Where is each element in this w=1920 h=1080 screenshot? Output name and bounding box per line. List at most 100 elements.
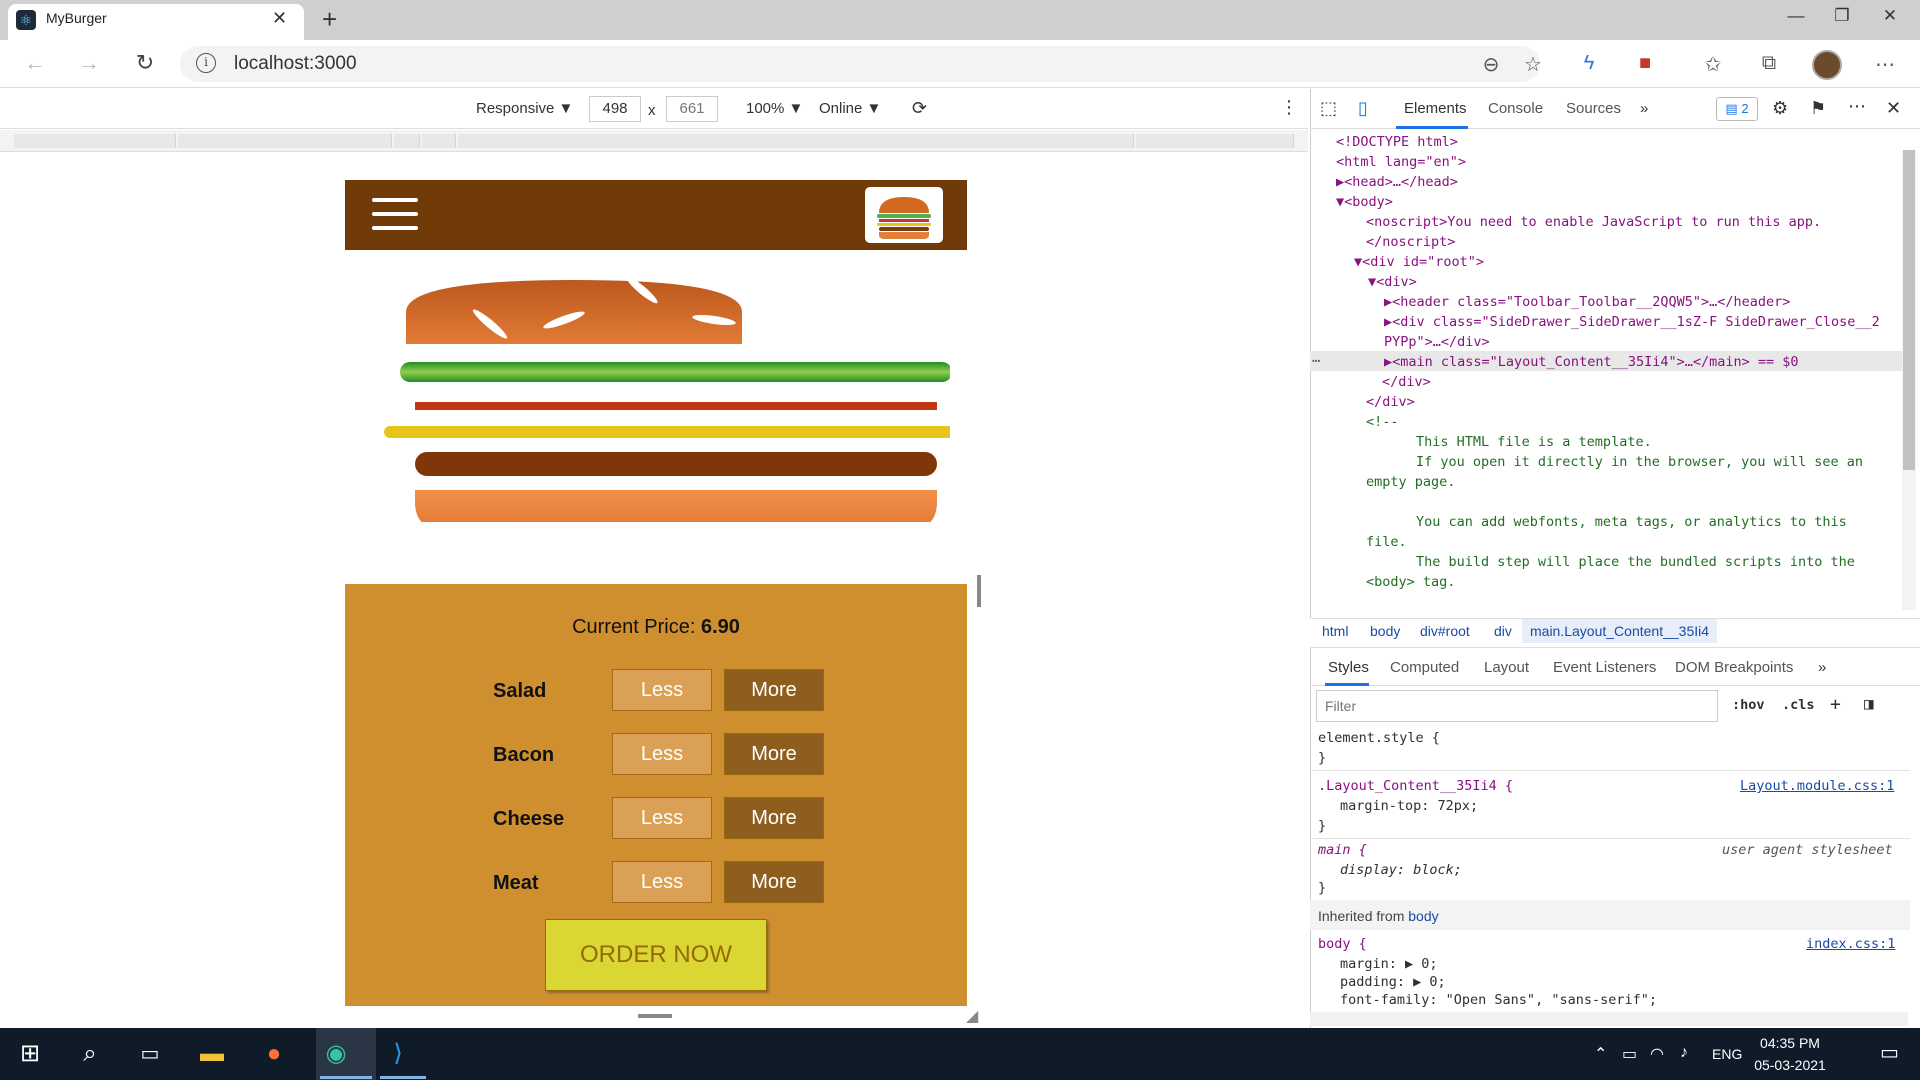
tab-dom-breakpoints[interactable]: DOM Breakpoints — [1675, 659, 1793, 676]
devtools-close-icon[interactable]: ✕ — [1886, 98, 1901, 119]
body-padding-declaration[interactable]: padding: ▶ 0; — [1340, 974, 1446, 990]
order-now-button[interactable]: ORDER NOW — [545, 919, 767, 991]
dom-line[interactable]: The build step will place the bundled sc… — [1416, 552, 1855, 572]
ruler-segment[interactable] — [1136, 134, 1294, 148]
tab-computed[interactable]: Computed — [1390, 659, 1459, 676]
dom-line[interactable]: file. — [1366, 532, 1407, 552]
device-more-icon[interactable]: ⋮ — [1280, 97, 1298, 118]
throttling-select[interactable]: Online ▼ — [819, 100, 881, 117]
wifi-icon[interactable]: ◠ — [1650, 1044, 1664, 1064]
ruler-segment[interactable] — [458, 134, 1134, 148]
close-window-button[interactable]: ✕ — [1870, 6, 1910, 26]
input-language[interactable]: ENG — [1712, 1046, 1742, 1062]
device-toggle-icon[interactable]: ▯ — [1358, 98, 1368, 119]
add-favorite-icon[interactable]: ☆ — [1518, 52, 1548, 77]
address-bar[interactable] — [180, 46, 1540, 82]
node-ellipsis-icon[interactable]: ⋯ — [1312, 351, 1320, 371]
tab-elements[interactable]: Elements — [1404, 100, 1467, 117]
favorites-icon[interactable]: ✩ — [1698, 52, 1728, 77]
more-menu-icon[interactable]: ⋯ — [1870, 52, 1900, 77]
viewport-resize-corner-icon[interactable]: ◢ — [966, 1006, 978, 1026]
more-style-tabs-button[interactable]: » — [1818, 659, 1826, 676]
tab-console[interactable]: Console — [1488, 100, 1543, 117]
edge-browser-icon[interactable]: ◉ — [320, 1038, 352, 1070]
firefox-icon[interactable]: ● — [258, 1038, 290, 1070]
ruler-segment[interactable] — [178, 134, 392, 148]
dom-line[interactable]: ▼<div id="root"> — [1354, 252, 1484, 272]
vscode-icon[interactable]: ⟩ — [382, 1038, 414, 1070]
file-explorer-icon[interactable]: ▬ — [196, 1038, 228, 1070]
devtools-more-icon[interactable]: ⋯ — [1848, 96, 1866, 117]
hov-toggle[interactable]: :hov — [1732, 697, 1765, 713]
profile-avatar[interactable] — [1812, 50, 1842, 80]
layout-rule-source-link[interactable]: Layout.module.css:1 — [1740, 778, 1894, 794]
viewport-resize-handle-bottom[interactable] — [638, 1014, 672, 1018]
layout-rule-declaration[interactable]: margin-top: 72px; — [1340, 798, 1478, 814]
meat-less-button[interactable]: Less — [612, 861, 712, 903]
dom-line[interactable]: ▼<div> — [1368, 272, 1417, 292]
body-margin-declaration[interactable]: margin: ▶ 0; — [1340, 956, 1438, 972]
zoom-select[interactable]: 100% ▼ — [746, 100, 803, 117]
dom-line-selected[interactable]: ▶<main class="Layout_Content__35Ii4">…</… — [1384, 352, 1799, 372]
tab-close-icon[interactable]: ✕ — [272, 8, 287, 29]
body-font-declaration[interactable]: font-family: "Open Sans", "sans-serif"; — [1340, 992, 1657, 1008]
clock-date[interactable]: 05-03-2021 — [1754, 1057, 1826, 1073]
body-rule-selector[interactable]: body { — [1318, 936, 1367, 952]
tab-layout[interactable]: Layout — [1484, 659, 1529, 676]
dom-line[interactable]: ▼<body> — [1336, 192, 1393, 212]
ruler-segment[interactable] — [422, 134, 456, 148]
dom-line[interactable]: ▶<header class="Toolbar_Toolbar__2QQW5">… — [1384, 292, 1790, 312]
breadcrumb-html[interactable]: html — [1322, 623, 1348, 639]
tab-sources[interactable]: Sources — [1566, 100, 1621, 117]
notifications-icon[interactable]: ▭ — [1880, 1040, 1899, 1065]
dom-line[interactable]: <!DOCTYPE html> — [1336, 132, 1458, 152]
site-info-icon[interactable]: i — [196, 53, 216, 73]
dom-line[interactable]: You can add webfonts, meta tags, or anal… — [1416, 512, 1847, 532]
inherited-body-link[interactable]: body — [1408, 908, 1438, 924]
collections-icon[interactable]: ⧉ — [1754, 52, 1784, 75]
dom-line[interactable]: <noscript>You need to enable JavaScript … — [1366, 212, 1821, 232]
drawer-toggle-bar[interactable] — [372, 212, 418, 216]
layout-rule-selector[interactable]: .Layout_Content__35Ii4 { — [1318, 778, 1513, 794]
device-mode-select[interactable]: Responsive ▼ — [476, 100, 573, 117]
viewport-height-input[interactable]: 661 — [666, 96, 718, 122]
back-icon[interactable]: ← — [20, 50, 50, 76]
battery-icon[interactable]: ▭ — [1622, 1044, 1637, 1064]
breadcrumb-div[interactable]: div — [1494, 623, 1512, 639]
extension-red-icon[interactable]: ■ — [1630, 52, 1660, 75]
breadcrumb-body[interactable]: body — [1370, 623, 1400, 639]
viewport-width-input[interactable]: 498 — [589, 96, 641, 122]
forward-icon[interactable]: → — [74, 50, 104, 76]
dom-line[interactable]: </div> — [1382, 372, 1431, 392]
drawer-toggle-bar[interactable] — [372, 198, 418, 202]
restore-button[interactable]: ❐ — [1822, 6, 1862, 26]
clock-time[interactable]: 04:35 PM — [1754, 1035, 1826, 1051]
dom-line[interactable]: ▶<div class="SideDrawer_SideDrawer__1sZ-… — [1384, 312, 1880, 332]
styles-horizontal-scrollbar[interactable] — [1310, 1012, 1908, 1026]
dom-line[interactable]: empty page. — [1366, 472, 1455, 492]
breadcrumb-main[interactable]: main.Layout_Content__35Ii4 — [1522, 619, 1718, 643]
drawer-toggle-bar[interactable] — [372, 226, 418, 230]
dom-scrollbar-thumb[interactable] — [1903, 150, 1915, 470]
settings-gear-icon[interactable]: ⚙ — [1772, 98, 1788, 119]
new-tab-button[interactable]: + — [322, 4, 337, 35]
volume-icon[interactable]: ♪ — [1680, 1044, 1688, 1062]
salad-more-button[interactable]: More — [724, 669, 824, 711]
styles-filter-input[interactable] — [1316, 690, 1718, 722]
cheese-more-button[interactable]: More — [724, 797, 824, 839]
tab-styles[interactable]: Styles — [1328, 659, 1369, 676]
salad-less-button[interactable]: Less — [612, 669, 712, 711]
cheese-less-button[interactable]: Less — [612, 797, 712, 839]
meat-more-button[interactable]: More — [724, 861, 824, 903]
more-tabs-button[interactable]: » — [1640, 100, 1648, 117]
dom-line[interactable]: <body> tag. — [1366, 572, 1455, 592]
dom-line[interactable]: <!-- — [1366, 412, 1399, 432]
url-text[interactable]: localhost:3000 — [234, 53, 357, 75]
extension-lightning-icon[interactable]: ϟ — [1574, 52, 1604, 75]
cls-toggle[interactable]: .cls — [1782, 697, 1815, 713]
dom-line[interactable]: ▶<head>…</head> — [1336, 172, 1458, 192]
breadcrumb-root[interactable]: div#root — [1420, 623, 1470, 639]
task-view-icon[interactable]: ▭ — [134, 1038, 166, 1070]
minimize-button[interactable]: — — [1776, 6, 1816, 26]
reload-icon[interactable]: ↻ — [130, 50, 160, 76]
